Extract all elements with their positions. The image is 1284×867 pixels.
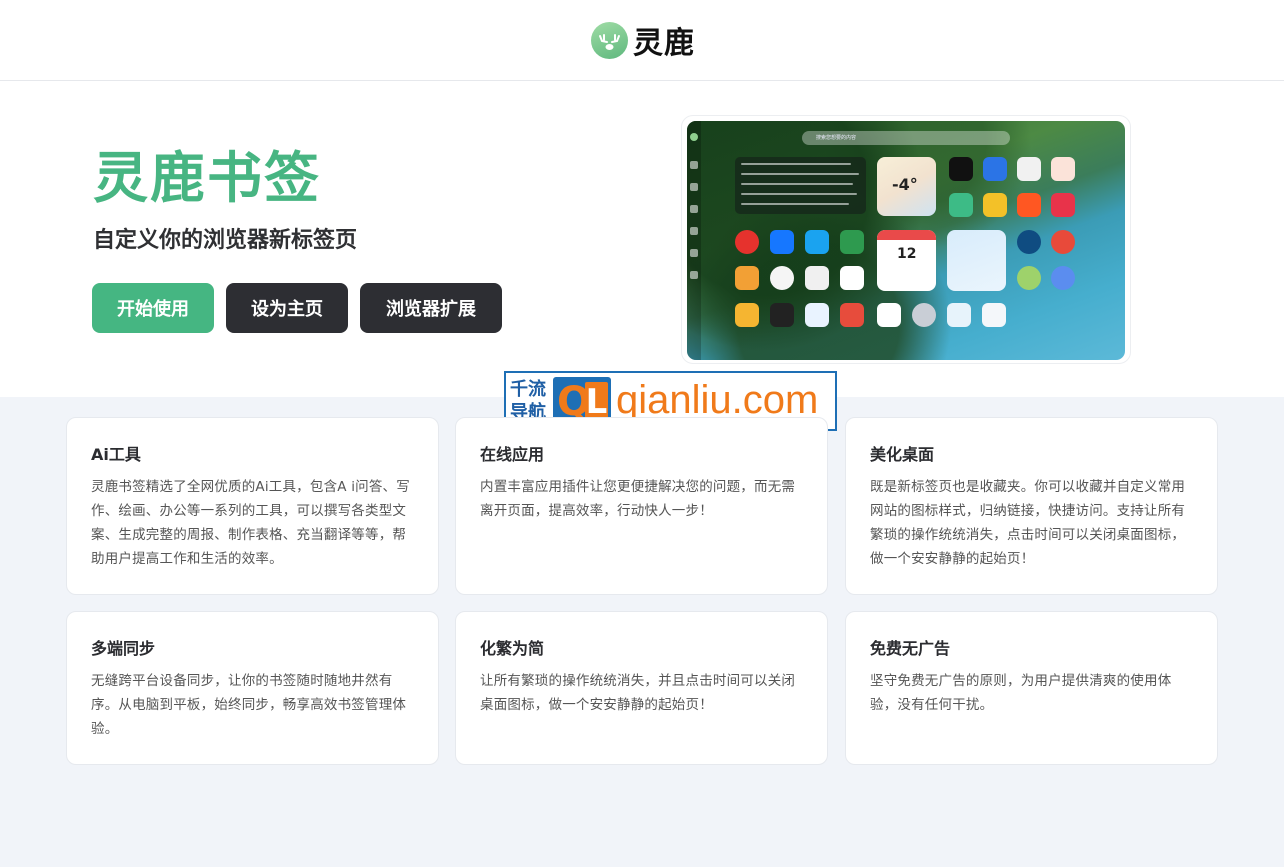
product-preview-frame: 搜索您想要的内容 -4° 12: [681, 115, 1131, 364]
hero-subtitle: 自定义你的浏览器新标签页: [93, 228, 358, 253]
preview-app-icon: [1051, 230, 1075, 254]
preview-app-icon: [877, 303, 901, 327]
feature-title: Ai工具: [91, 445, 141, 464]
feature-description: 无缝跨平台设备同步，让你的书签随时随地井然有序。从电脑到平板，始终同步，畅享高效…: [91, 673, 407, 737]
feature-title: 化繁为简: [480, 639, 545, 658]
product-preview-screenshot: 搜索您想要的内容 -4° 12: [687, 121, 1125, 360]
feature-description: 既是新标签页也是收藏夹。你可以收藏并自定义常用网站的图标样式，归纳链接，快捷访问…: [870, 479, 1186, 567]
preview-app-icon: [949, 157, 973, 181]
preview-app-icon: [983, 157, 1007, 181]
feature-title: 免费无广告: [870, 639, 951, 658]
brand-name: 灵鹿: [633, 26, 695, 61]
set-homepage-button[interactable]: 设为主页: [226, 283, 348, 333]
feature-card-multi-sync: 多端同步 无缝跨平台设备同步，让你的书签随时随地井然有序。从电脑到平板，始终同步…: [66, 611, 439, 765]
preview-app-icon: [840, 266, 864, 290]
feature-description: 内置丰富应用插件让您更便捷解决您的问题，而无需离开页面，提高效率，行动快人一步！: [480, 479, 796, 519]
preview-app-icon: [805, 230, 829, 254]
preview-app-icon: [735, 230, 759, 254]
feature-card-ai-tools: Ai工具 灵鹿书签精选了全网优质的Ai工具，包含A i问答、写作、绘画、办公等一…: [66, 417, 439, 595]
preview-calendar-widget: 12: [877, 230, 936, 291]
preview-app-icon: [735, 303, 759, 327]
preview-app-icon: [840, 230, 864, 254]
preview-app-icon: [1017, 193, 1041, 217]
preview-app-icon: [1051, 266, 1075, 290]
preview-app-icon: [949, 193, 973, 217]
feature-description: 灵鹿书签精选了全网优质的Ai工具，包含A i问答、写作、绘画、办公等一系列的工具…: [91, 479, 410, 567]
preview-news-widget: [735, 157, 866, 214]
hero-title: 灵鹿书签: [93, 146, 322, 210]
feature-title: 美化桌面: [870, 445, 935, 464]
start-button[interactable]: 开始使用: [92, 283, 214, 333]
preview-search-bar: 搜索您想要的内容: [802, 131, 1010, 145]
feature-card-simplify: 化繁为简 让所有繁琐的操作统统消失，并且点击时间可以关闭桌面图标，做一个安安静静…: [455, 611, 828, 765]
preview-app-icon: [770, 230, 794, 254]
feature-card-online-apps: 在线应用 内置丰富应用插件让您更便捷解决您的问题，而无需离开页面，提高效率，行动…: [455, 417, 828, 595]
hero-section: 灵鹿书签 自定义你的浏览器新标签页 开始使用 设为主页 浏览器扩展 搜索您想要的…: [0, 81, 1284, 397]
preview-ai-widget: [947, 230, 1006, 291]
preview-app-icon: [947, 303, 971, 327]
preview-weather-widget: -4°: [877, 157, 936, 216]
feature-card-ad-free: 免费无广告 坚守免费无广告的原则，为用户提供清爽的使用体验，没有任何干扰。: [845, 611, 1218, 765]
brand[interactable]: 灵鹿: [591, 20, 695, 61]
feature-title: 多端同步: [91, 639, 156, 658]
preview-app-icon: [1017, 266, 1041, 290]
preview-app-icon: [982, 303, 1006, 327]
preview-app-icon: [912, 303, 936, 327]
preview-app-icon: [1017, 230, 1041, 254]
feature-description: 坚守免费无广告的原则，为用户提供清爽的使用体验，没有任何干扰。: [870, 673, 1172, 713]
preview-app-icon: [983, 193, 1007, 217]
feature-description: 让所有繁琐的操作统统消失，并且点击时间可以关闭桌面图标，做一个安安静静的起始页！: [480, 673, 796, 713]
top-bar: 灵鹿: [0, 0, 1284, 81]
preview-app-icon: [770, 303, 794, 327]
preview-sidebar: [687, 121, 701, 360]
preview-app-icon: [1017, 157, 1041, 181]
preview-app-icon: [770, 266, 794, 290]
preview-app-icon: [805, 303, 829, 327]
feature-title: 在线应用: [480, 445, 545, 464]
deer-logo-icon: [591, 21, 628, 59]
preview-app-icon: [1051, 157, 1075, 181]
browser-extension-button[interactable]: 浏览器扩展: [360, 283, 502, 333]
preview-app-icon: [805, 266, 829, 290]
feature-card-beautify-desktop: 美化桌面 既是新标签页也是收藏夹。你可以收藏并自定义常用网站的图标样式，归纳链接…: [845, 417, 1218, 595]
preview-app-icon: [1051, 193, 1075, 217]
preview-app-icon: [840, 303, 864, 327]
preview-app-icon: [735, 266, 759, 290]
